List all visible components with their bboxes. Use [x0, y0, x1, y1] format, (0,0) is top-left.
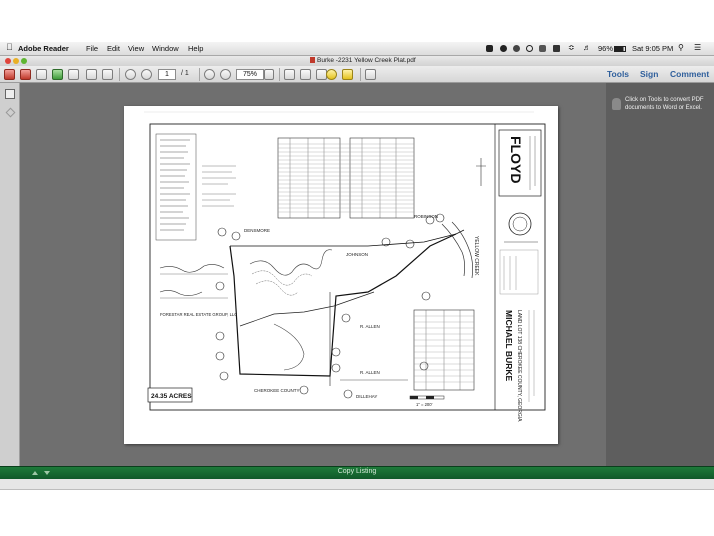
fit-page-icon[interactable]	[300, 69, 311, 80]
fullscreen-expand-icon[interactable]	[365, 69, 376, 80]
owner-label: R. ALLEN	[360, 370, 380, 375]
previous-page-icon[interactable]	[125, 69, 136, 80]
edit-document-icon[interactable]	[36, 69, 47, 80]
page-thumbnails-icon[interactable]	[5, 89, 15, 99]
comment-button[interactable]: Comment	[670, 69, 709, 79]
lightbulb-icon	[612, 98, 621, 110]
bottom-strip	[0, 479, 714, 490]
share-cloud-icon[interactable]	[52, 69, 63, 80]
menu-help[interactable]: Help	[188, 44, 203, 53]
acreage-value: 24.35 ACRES	[151, 393, 192, 400]
spotlight-search-icon[interactable]: ⚲	[678, 43, 684, 52]
dropbox-icon[interactable]	[486, 45, 493, 52]
listing-bar: Copy Listing	[0, 466, 714, 479]
evernote-icon[interactable]	[500, 45, 507, 52]
next-page-icon[interactable]	[141, 69, 152, 80]
menu-edit[interactable]: Edit	[107, 44, 120, 53]
sticky-note-comment-icon[interactable]	[326, 69, 337, 80]
owner-label: DILLEHAY	[356, 394, 377, 399]
app-menu[interactable]: Adobe Reader	[18, 44, 69, 53]
document-title-text: Burke -2231 Yellow Creek Plat.pdf	[317, 57, 416, 64]
close-window-button[interactable]	[5, 58, 11, 64]
create-pdf-icon[interactable]	[4, 69, 15, 80]
scale-bar: 1" = 200'	[409, 395, 445, 407]
zoom-in-icon[interactable]	[220, 69, 231, 80]
toolbar-separator	[119, 68, 120, 81]
drive-path	[273, 323, 305, 371]
pdf-file-icon	[310, 57, 315, 63]
skype-icon[interactable]	[513, 45, 520, 52]
owner-label: CHEROKEE COUNTY	[254, 388, 300, 393]
convert-pdf-icon[interactable]	[20, 69, 31, 80]
reader-toolbar: 1 / 1 75% Tools Sign Comment	[0, 66, 714, 83]
wifi-icon[interactable]: ≎	[568, 43, 575, 52]
print-icon[interactable]	[86, 69, 97, 80]
zoom-level-input[interactable]: 75%	[236, 69, 264, 80]
battery-icon[interactable]	[614, 46, 626, 52]
mac-menubar:  Adobe Reader File Edit View Window Hel…	[0, 42, 714, 56]
plat-border	[149, 123, 546, 411]
toolbar-separator	[279, 68, 280, 81]
time-machine-icon[interactable]	[539, 45, 546, 52]
sign-button[interactable]: Sign	[640, 69, 658, 79]
pdf-page[interactable]: FLOYD MICHAEL BURKE LAND LOT 138 CHEROKE…	[124, 106, 558, 444]
document-title: Burke -2231 Yellow Creek Plat.pdf	[310, 57, 416, 64]
email-icon[interactable]	[102, 69, 113, 80]
tools-button[interactable]: Tools	[607, 69, 629, 79]
minimize-window-button[interactable]	[13, 58, 19, 64]
owner-label: JOHNSON	[346, 252, 368, 257]
toolbar-separator	[360, 68, 361, 81]
zoom-out-icon[interactable]	[204, 69, 215, 80]
curve-table-1	[277, 137, 341, 219]
road-label: YELLOW CREEK	[473, 236, 479, 276]
clock[interactable]: Sat 9:05 PM	[632, 44, 673, 53]
survey-plat-drawing: FLOYD MICHAEL BURKE LAND LOT 138 CHEROKE…	[144, 111, 546, 422]
surveyor-name: MICHAEL BURKE	[504, 310, 514, 381]
page-number-input[interactable]: 1	[158, 69, 176, 80]
menu-window[interactable]: Window	[152, 44, 179, 53]
window-titlebar: Burke -2231 Yellow Creek Plat.pdf	[0, 56, 714, 66]
menu-view[interactable]: View	[128, 44, 144, 53]
firm-logo: FLOYD	[508, 136, 524, 183]
curve-table-2	[349, 137, 415, 219]
page-total: / 1	[181, 70, 189, 77]
volume-icon[interactable]: ♬	[583, 43, 591, 52]
copy-listing-button[interactable]: Copy Listing	[0, 468, 714, 475]
north-arrow	[476, 158, 486, 186]
survey-location: LAND LOT 138 CHEROKEE COUNTY, GEORGIA	[516, 310, 522, 422]
parcel-boundary	[229, 233, 457, 377]
save-icon[interactable]	[68, 69, 79, 80]
sync-icon[interactable]	[526, 45, 533, 52]
apple-menu-icon[interactable]: 	[6, 42, 13, 52]
tools-pane: Click on Tools to convert PDF documents …	[606, 83, 714, 466]
scale-label: 1" = 200'	[416, 402, 433, 407]
fit-width-icon[interactable]	[284, 69, 295, 80]
notification-center-icon[interactable]: ☰	[694, 43, 701, 52]
toolbar-separator	[199, 68, 200, 81]
zoom-dropdown-chevron-down-icon[interactable]	[264, 69, 274, 80]
owner-label: FORESTAR REAL ESTATE GROUP, LLC	[160, 312, 237, 317]
attachments-icon[interactable]	[5, 107, 16, 118]
surveyor-seal	[508, 212, 532, 236]
creek-line	[249, 249, 333, 276]
owner-label: ROBINSON	[414, 214, 438, 219]
highlight-text-icon[interactable]	[342, 69, 353, 80]
owner-label: R. ALLEN	[360, 324, 380, 329]
signature-scribble	[159, 264, 225, 273]
bluetooth-icon[interactable]	[553, 45, 560, 52]
navigation-pane-rail	[0, 83, 20, 466]
battery-percent[interactable]: 96%	[598, 44, 613, 53]
tools-tip-text: Click on Tools to convert PDF documents …	[625, 97, 704, 111]
menu-file[interactable]: File	[86, 44, 98, 53]
zoom-window-button[interactable]	[21, 58, 27, 64]
owner-label: DENSMORE	[244, 228, 270, 233]
screenshot-frame:  Adobe Reader File Edit View Window Hel…	[0, 0, 714, 536]
